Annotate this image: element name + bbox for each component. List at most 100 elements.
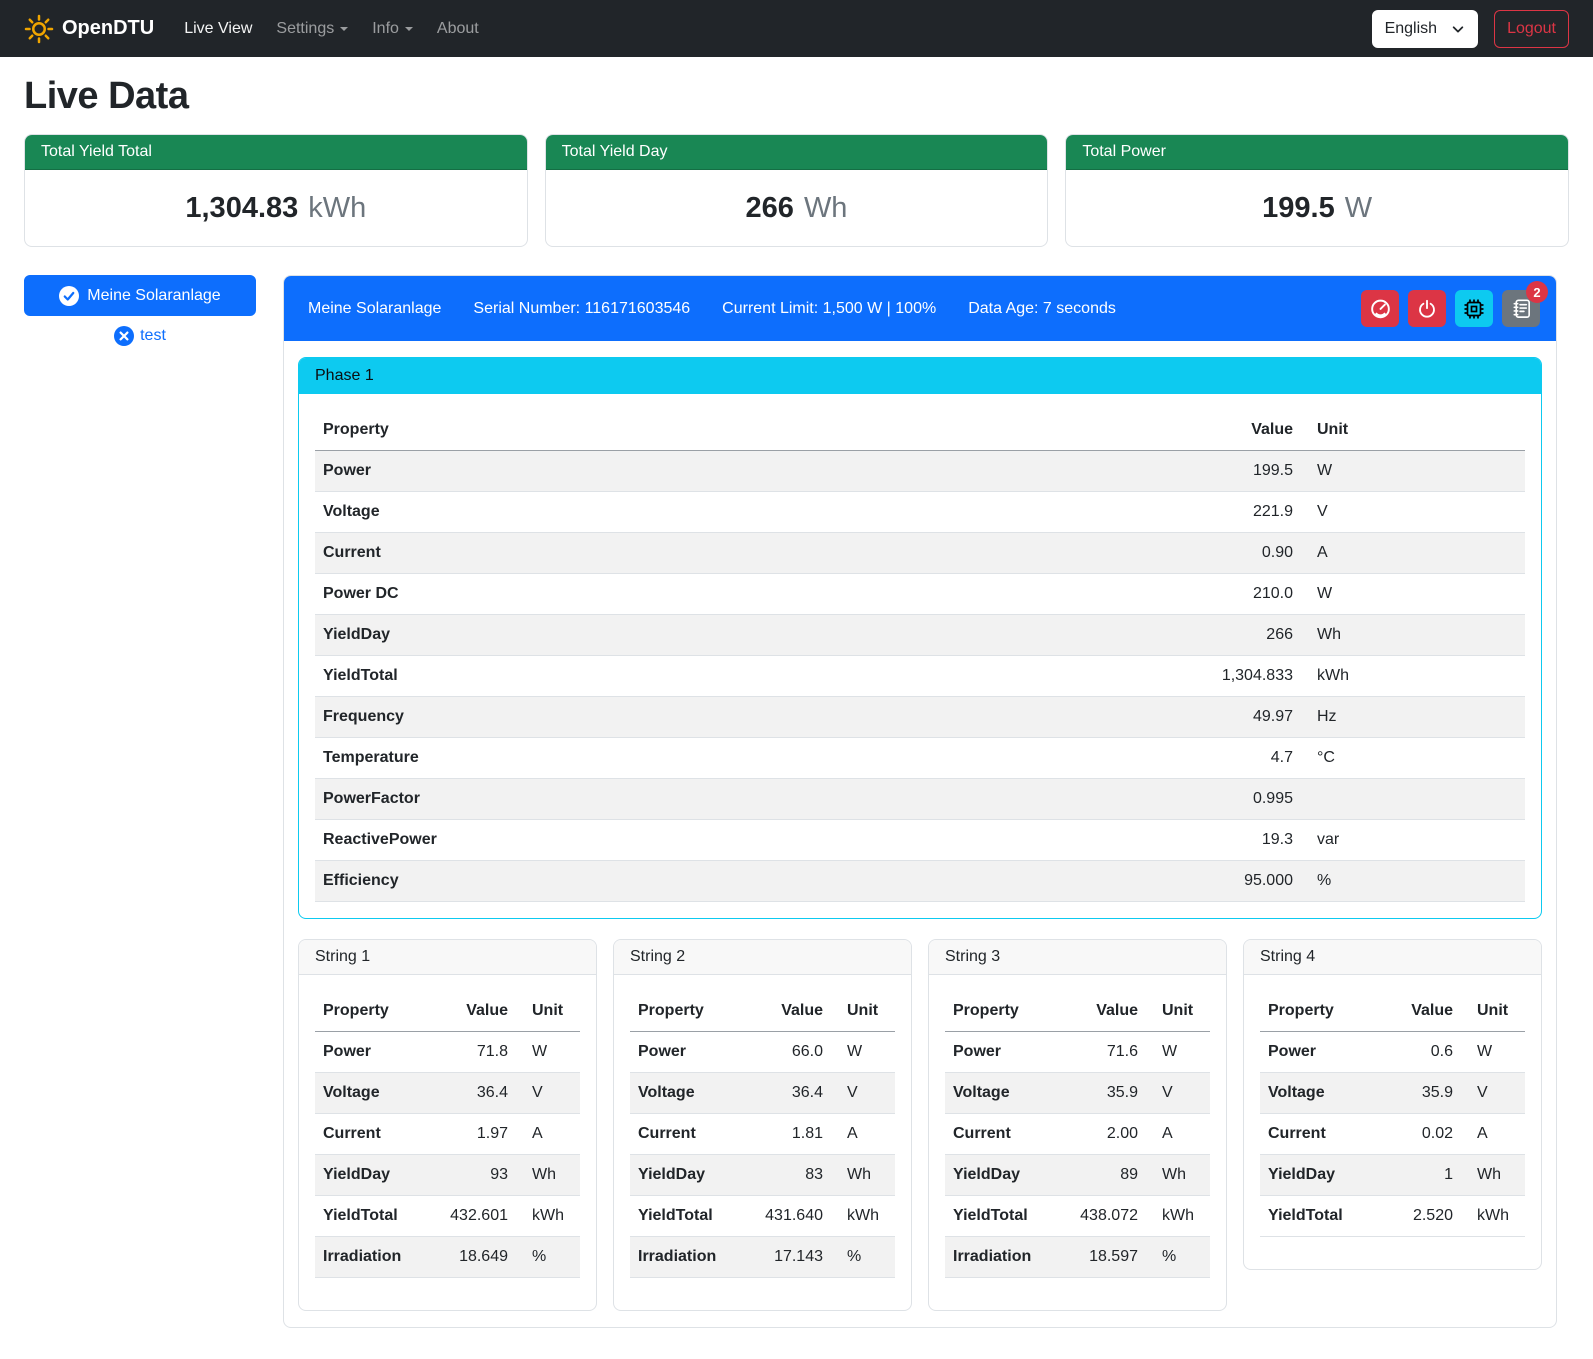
string-2-card: String 2 Property Value Unit <box>613 939 912 1311</box>
card-value: 266 <box>746 192 794 225</box>
device-info-button[interactable] <box>1455 290 1493 327</box>
card-total-power: Total Power 199.5 W <box>1065 134 1569 247</box>
table-header-row: Property Value Unit <box>945 991 1210 1032</box>
phase-1-title: Phase 1 <box>299 358 1541 394</box>
table-row: YieldDay266Wh <box>315 615 1525 656</box>
cell-unit: W <box>1469 1032 1525 1073</box>
card-value: 1,304.83 <box>185 192 298 225</box>
column-property: Property <box>1260 991 1381 1032</box>
logout-button[interactable]: Logout <box>1494 10 1569 48</box>
cpu-icon <box>1462 297 1486 321</box>
cell-property: Voltage <box>315 492 889 533</box>
inverter-select-button[interactable]: Meine Solaranlage <box>24 275 256 316</box>
cell-property: Irradiation <box>630 1237 742 1278</box>
table-row: Voltage221.9V <box>315 492 1525 533</box>
cell-property: Temperature <box>315 738 889 779</box>
cell-unit: V <box>1469 1073 1525 1114</box>
cell-property: Power <box>315 1032 427 1073</box>
cell-property: Efficiency <box>315 861 889 902</box>
table-row: YieldTotal432.601kWh <box>315 1196 580 1237</box>
table-row: Voltage36.4V <box>630 1073 895 1114</box>
table-row: Power71.8W <box>315 1032 580 1073</box>
table-row: Power199.5W <box>315 451 1525 492</box>
limit-settings-button[interactable] <box>1361 290 1399 327</box>
language-select[interactable]: English <box>1372 10 1478 48</box>
cell-value: 89 <box>1057 1155 1154 1196</box>
cell-value: 0.02 <box>1381 1114 1469 1155</box>
cell-property: YieldDay <box>630 1155 742 1196</box>
table-row: ReactivePower19.3var <box>315 820 1525 861</box>
table-row: YieldTotal1,304.833kWh <box>315 656 1525 697</box>
cell-unit: A <box>1309 533 1525 574</box>
cell-value: 199.5 <box>889 451 1309 492</box>
cell-value: 19.3 <box>889 820 1309 861</box>
card-unit: W <box>1345 192 1372 225</box>
card-title: Total Power <box>1066 135 1568 170</box>
cell-unit: % <box>1154 1237 1210 1278</box>
table-row: Voltage36.4V <box>315 1073 580 1114</box>
cell-value: 49.97 <box>889 697 1309 738</box>
column-value: Value <box>1381 991 1469 1032</box>
nav-item-info[interactable]: Info <box>364 12 421 46</box>
phase-1-card: Phase 1 Property Value Unit <box>298 357 1542 919</box>
cell-value: 36.4 <box>742 1073 839 1114</box>
table-row: YieldDay89Wh <box>945 1155 1210 1196</box>
cell-unit: Wh <box>1309 615 1525 656</box>
inverter-select-label: Meine Solaranlage <box>87 287 220 305</box>
cell-value: 2.00 <box>1057 1114 1154 1155</box>
cell-value: 66.0 <box>742 1032 839 1073</box>
column-value: Value <box>889 410 1309 451</box>
string-3-card: String 3 Property Value Unit <box>928 939 1227 1311</box>
cell-unit: W <box>524 1032 580 1073</box>
cell-value: 35.9 <box>1381 1073 1469 1114</box>
nav-item-live-view[interactable]: Live View <box>176 12 260 46</box>
column-unit: Unit <box>1154 991 1210 1032</box>
table-row: YieldTotal431.640kWh <box>630 1196 895 1237</box>
string-2-title: String 2 <box>614 940 911 975</box>
cell-property: Voltage <box>630 1073 742 1114</box>
cell-value: 1,304.833 <box>889 656 1309 697</box>
column-value: Value <box>1057 991 1154 1032</box>
cell-value: 95.000 <box>889 861 1309 902</box>
cell-property: Power <box>945 1032 1057 1073</box>
brand[interactable]: OpenDTU <box>24 14 154 44</box>
column-unit: Unit <box>839 991 895 1032</box>
string-4-table: Property Value Unit Power0.6WVoltage35.9… <box>1260 991 1525 1237</box>
cell-value: 0.90 <box>889 533 1309 574</box>
speedometer-icon <box>1369 297 1392 320</box>
inverter-item-test[interactable]: test <box>24 326 256 346</box>
cell-unit: Wh <box>839 1155 895 1196</box>
nav-item-settings-label: Settings <box>276 20 334 38</box>
cell-property: Power <box>630 1032 742 1073</box>
cell-unit: kWh <box>1154 1196 1210 1237</box>
card-total-yield-day: Total Yield Day 266 Wh <box>545 134 1049 247</box>
card-unit: kWh <box>308 192 366 225</box>
table-row: Power66.0W <box>630 1032 895 1073</box>
event-log-button[interactable]: 2 <box>1502 290 1540 327</box>
cell-unit: A <box>1154 1114 1210 1155</box>
table-row: Current1.97A <box>315 1114 580 1155</box>
power-button[interactable] <box>1408 290 1446 327</box>
table-row: Power71.6W <box>945 1032 1210 1073</box>
cell-property: Current <box>315 1114 427 1155</box>
column-unit: Unit <box>524 991 580 1032</box>
table-row: YieldDay1Wh <box>1260 1155 1525 1196</box>
cell-property: YieldDay <box>1260 1155 1381 1196</box>
cell-value: 432.601 <box>427 1196 524 1237</box>
card-value: 199.5 <box>1262 192 1335 225</box>
column-property: Property <box>315 410 889 451</box>
column-unit: Unit <box>1469 991 1525 1032</box>
cell-property: Current <box>315 533 889 574</box>
cell-property: Irradiation <box>945 1237 1057 1278</box>
table-row: PowerFactor0.995 <box>315 779 1525 820</box>
table-row: Power0.6W <box>1260 1032 1525 1073</box>
card-title: Total Yield Total <box>25 135 527 170</box>
event-count-badge: 2 <box>1526 281 1548 303</box>
card-title: Total Yield Day <box>546 135 1048 170</box>
nav-item-about[interactable]: About <box>429 12 487 46</box>
table-row: YieldTotal438.072kWh <box>945 1196 1210 1237</box>
cell-value: 266 <box>889 615 1309 656</box>
string-4-title: String 4 <box>1244 940 1541 975</box>
nav-item-settings[interactable]: Settings <box>268 12 356 46</box>
inverter-item-test-label: test <box>140 327 166 345</box>
